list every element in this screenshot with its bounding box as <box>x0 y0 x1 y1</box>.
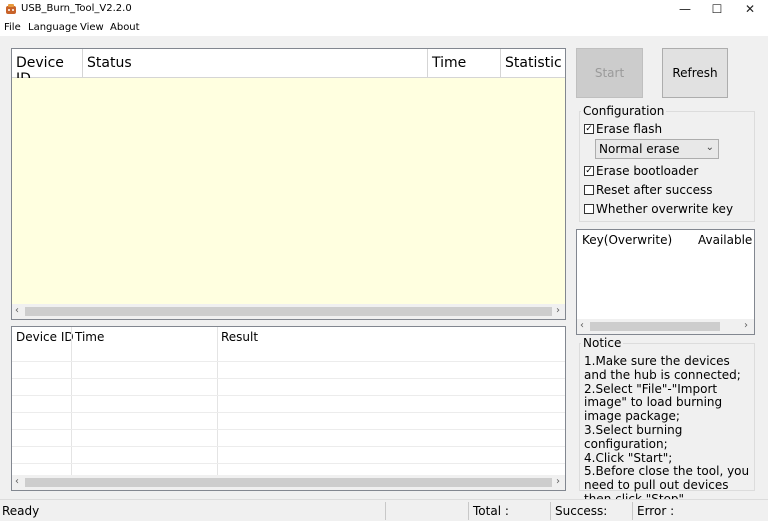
minimize-button[interactable]: — <box>670 0 700 18</box>
device-table-hscrollbar[interactable]: ‹ › <box>12 304 565 319</box>
window-title: USB_Burn_Tool_V2.2.0 <box>21 3 132 14</box>
log-table: Device ID Time Result ‹ › <box>11 326 566 491</box>
scroll-right-icon[interactable]: › <box>744 320 748 331</box>
erase-bootloader-option[interactable]: ✓ Erase bootloader <box>584 164 698 178</box>
notice-text: 1.Make sure the devices and the hub is c… <box>584 354 754 521</box>
menu-about[interactable]: About <box>110 22 140 33</box>
erase-bootloader-label: Erase bootloader <box>596 164 699 178</box>
scroll-left-icon[interactable]: ‹ <box>15 305 19 316</box>
device-table-body <box>12 78 565 304</box>
status-error: Error : <box>637 504 675 518</box>
erase-bootloader-checkbox[interactable]: ✓ <box>584 166 594 176</box>
row-divider <box>12 378 565 379</box>
erase-flash-label: Erase flash <box>596 122 663 136</box>
status-separator <box>385 502 386 520</box>
reset-after-success-label: Reset after success <box>596 183 713 197</box>
column-device-id[interactable]: Device ID <box>12 49 83 87</box>
erase-mode-value: Normal erase <box>599 142 680 156</box>
log-column-time[interactable]: Time <box>75 330 104 344</box>
menu-bar: File Language View About <box>0 20 768 36</box>
status-ready: Ready <box>2 504 40 518</box>
log-column-result[interactable]: Result <box>221 330 258 344</box>
erase-flash-checkbox[interactable]: ✓ <box>584 124 594 134</box>
device-table-header: Device ID Status Time Statistic <box>12 49 565 87</box>
status-separator <box>550 502 551 520</box>
key-column-key[interactable]: Key(Overwrite) <box>582 233 672 247</box>
log-table-hscrollbar[interactable]: ‹ › <box>12 475 565 490</box>
title-bar: USB_Burn_Tool_V2.2.0 — ☐ ✕ <box>0 0 768 20</box>
maximize-button[interactable]: ☐ <box>702 0 732 18</box>
device-table: Device ID Status Time Statistic ‹ › <box>11 48 566 320</box>
key-column-available[interactable]: Available <box>698 233 752 247</box>
scroll-right-icon[interactable]: › <box>556 476 560 487</box>
column-time[interactable]: Time <box>428 49 501 78</box>
column-status[interactable]: Status <box>83 49 428 78</box>
app-icon <box>6 4 16 14</box>
status-total: Total : <box>473 504 509 518</box>
status-separator <box>468 502 469 520</box>
notice-legend: Notice <box>581 336 624 350</box>
row-divider <box>12 395 565 396</box>
chevron-down-icon: ⌄ <box>705 142 714 153</box>
overwrite-key-label: Whether overwrite key <box>596 202 734 216</box>
close-button[interactable]: ✕ <box>735 0 765 18</box>
menu-file[interactable]: File <box>4 22 21 33</box>
log-column-device-id[interactable]: Device ID <box>16 330 74 344</box>
reset-after-success-checkbox[interactable] <box>584 185 594 195</box>
row-divider <box>12 446 565 447</box>
overwrite-key-checkbox[interactable] <box>584 204 594 214</box>
status-success: Success: <box>555 504 608 518</box>
column-statistic[interactable]: Statistic <box>501 49 565 78</box>
status-separator <box>632 502 633 520</box>
key-table: Key(Overwrite) Available ‹ › <box>576 229 755 335</box>
configuration-legend: Configuration <box>581 104 667 118</box>
row-divider <box>12 463 565 464</box>
start-button[interactable]: Start <box>576 48 643 98</box>
row-divider <box>12 361 565 362</box>
column-divider <box>217 327 218 475</box>
scroll-thumb[interactable] <box>590 322 720 331</box>
scroll-right-icon[interactable]: › <box>556 305 560 316</box>
erase-flash-option[interactable]: ✓ Erase flash <box>584 122 662 136</box>
overwrite-key-option[interactable]: Whether overwrite key <box>584 202 733 216</box>
refresh-button[interactable]: Refresh <box>662 48 728 98</box>
reset-after-success-option[interactable]: Reset after success <box>584 183 712 197</box>
column-divider <box>71 327 72 475</box>
menu-view[interactable]: View <box>80 22 104 33</box>
log-table-header: Device ID Time Result <box>12 327 565 347</box>
row-divider <box>12 412 565 413</box>
scroll-thumb[interactable] <box>25 307 552 316</box>
status-bar: Ready Total : Success: Error : <box>0 499 768 521</box>
scroll-thumb[interactable] <box>25 478 552 487</box>
menu-language[interactable]: Language <box>28 22 77 33</box>
erase-mode-select[interactable]: Normal erase ⌄ <box>595 139 719 159</box>
key-table-hscrollbar[interactable]: ‹ › <box>577 319 754 334</box>
row-divider <box>12 429 565 430</box>
scroll-left-icon[interactable]: ‹ <box>580 320 584 331</box>
scroll-left-icon[interactable]: ‹ <box>15 476 19 487</box>
